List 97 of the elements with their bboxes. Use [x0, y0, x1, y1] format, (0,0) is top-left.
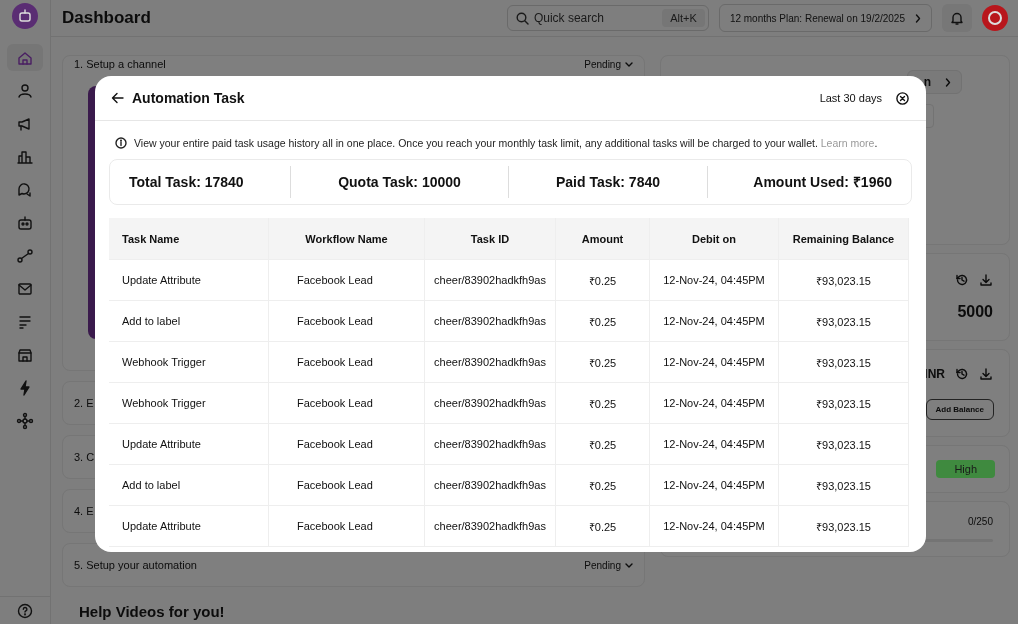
column-header: Amount: [556, 218, 650, 260]
table-cell: cheer/83902hadkfh9as: [425, 260, 556, 301]
robot-icon: [16, 213, 34, 232]
table-cell: Facebook Lead: [269, 301, 425, 342]
table-cell: ₹93,023.15: [779, 424, 909, 465]
back-arrow-icon: [111, 92, 124, 104]
table-cell: ₹93,023.15: [779, 506, 909, 547]
history-icon: [955, 366, 969, 381]
column-header: Task ID: [425, 218, 556, 260]
close-icon: [896, 91, 909, 105]
table-cell: Facebook Lead: [269, 506, 425, 547]
app-logo[interactable]: [12, 3, 38, 29]
table-cell: ₹93,023.15: [779, 465, 909, 506]
info-icon: [115, 137, 127, 149]
back-button[interactable]: [111, 92, 124, 104]
table-cell: ₹0.25: [556, 342, 650, 383]
status-dropdown[interactable]: Pending: [584, 58, 633, 70]
priority-badge: High: [936, 460, 995, 478]
table-cell: ₹93,023.15: [779, 301, 909, 342]
table-cell: cheer/83902hadkfh9as: [425, 342, 556, 383]
column-header: Remaining Balance: [779, 218, 909, 260]
page-title: Dashboard: [62, 8, 152, 28]
balance-value: 5000: [957, 303, 993, 321]
history-icon: [955, 273, 969, 287]
download-icon: [979, 366, 993, 381]
shortcut-hint: Alt+K: [662, 9, 705, 27]
table-cell: ₹93,023.15: [779, 383, 909, 424]
close-button[interactable]: [896, 91, 909, 105]
table-cell: 12-Nov-24, 04:45PM: [650, 465, 779, 506]
table-cell: 12-Nov-24, 04:45PM: [650, 342, 779, 383]
stat-value: Paid Task: 7840: [508, 166, 707, 198]
profile-avatar[interactable]: [982, 5, 1008, 31]
notification-button[interactable]: [942, 4, 972, 32]
table-cell: 12-Nov-24, 04:45PM: [650, 383, 779, 424]
table-cell: 12-Nov-24, 04:45PM: [650, 301, 779, 342]
chevron-right-icon: [915, 13, 921, 23]
robot-icon: [18, 9, 32, 23]
search-field[interactable]: Quick search Alt+K: [506, 5, 709, 31]
column-header: Debit on: [650, 218, 779, 260]
chevron-down-icon: [625, 61, 633, 67]
table-cell: ₹93,023.15: [779, 342, 909, 383]
table-cell: Update Attribute: [109, 506, 269, 547]
table-cell: 12-Nov-24, 04:45PM: [650, 424, 779, 465]
step-title: 4. E: [74, 505, 94, 517]
table-cell: cheer/83902hadkfh9as: [425, 506, 556, 547]
table-cell: Update Attribute: [109, 424, 269, 465]
search-icon: [515, 11, 529, 25]
table-cell: Add to label: [109, 301, 269, 342]
stat-value: Amount Used: ₹1960: [707, 166, 911, 198]
table-cell: Webhook Trigger: [109, 383, 269, 424]
plan-button[interactable]: 12 months Plan: Renewal on 19/2/2025: [718, 4, 932, 32]
table-cell: cheer/83902hadkfh9as: [425, 301, 556, 342]
usage-counter: 0/250: [967, 516, 993, 527]
stat-value: Quota Task: 10000: [290, 166, 508, 198]
step-title: 2. E: [74, 397, 94, 409]
table-cell: 12-Nov-24, 04:45PM: [650, 260, 779, 301]
modal-title: Automation Task: [132, 90, 246, 106]
table-cell: ₹0.25: [556, 383, 650, 424]
section-heading: Help Videos for you!: [79, 603, 226, 620]
table-cell: ₹0.25: [556, 260, 650, 301]
table-cell: Facebook Lead: [269, 465, 425, 506]
table-cell: cheer/83902hadkfh9as: [425, 383, 556, 424]
sidebar-item[interactable]: [7, 44, 43, 71]
table-cell: cheer/83902hadkfh9as: [425, 424, 556, 465]
stat-value: Total Task: 17840: [128, 173, 245, 192]
add-balance-button[interactable]: Add Balance: [925, 398, 994, 420]
chat-bubbles-icon: [16, 180, 34, 199]
table-cell: Facebook Lead: [269, 383, 425, 424]
table-cell: Update Attribute: [109, 260, 269, 301]
user-icon: [16, 81, 34, 100]
network-icon: [16, 411, 34, 430]
chevron-right-icon: [945, 77, 951, 87]
step-title: 1. Setup a channel: [74, 58, 166, 70]
step-title: 3. C: [74, 451, 95, 463]
help-icon: [17, 603, 33, 619]
step-title: 5. Setup your automation: [74, 559, 197, 571]
table-cell: Add to label: [109, 465, 269, 506]
status-dropdown[interactable]: Pending: [584, 559, 633, 571]
column-header: Task Name: [109, 218, 269, 260]
column-header: Workflow Name: [269, 218, 425, 260]
connection-icon: [16, 246, 34, 265]
table-cell: ₹0.25: [556, 301, 650, 342]
table-cell: ₹0.25: [556, 424, 650, 465]
table-cell: Facebook Lead: [269, 424, 425, 465]
table-cell: ₹0.25: [556, 465, 650, 506]
table-cell: Facebook Lead: [269, 342, 425, 383]
table-cell: ₹93,023.15: [779, 260, 909, 301]
table-cell: Facebook Lead: [269, 260, 425, 301]
chevron-down-icon: [625, 562, 633, 568]
table-cell: ₹0.25: [556, 506, 650, 547]
info-text: View your entire paid task usage history all in one place. Once you reach your monthly task limit, any additional tasks will be charged to your wallet. Learn more.: [134, 137, 878, 149]
table-cell: Webhook Trigger: [109, 342, 269, 383]
bell-icon: [950, 11, 964, 25]
download-icon: [979, 273, 993, 287]
date-range-button[interactable]: Last 30 days: [819, 92, 882, 104]
table-cell: cheer/83902hadkfh9as: [425, 465, 556, 506]
table-cell: 12-Nov-24, 04:45PM: [650, 506, 779, 547]
